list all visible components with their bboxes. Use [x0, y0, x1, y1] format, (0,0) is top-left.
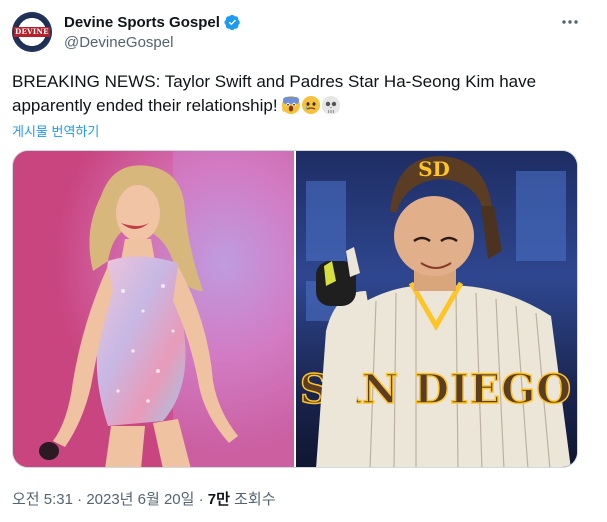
avatar-logo-text: DEVINE: [14, 27, 50, 37]
author-name-row: Devine Sports Gospel: [64, 13, 241, 31]
views-count: 7만: [207, 491, 230, 508]
author-handle[interactable]: @DevineGospel: [64, 34, 173, 51]
cap-logo: SD: [418, 157, 450, 181]
views-label: 조회수: [234, 491, 276, 508]
meta-separator: ·: [198, 491, 204, 508]
performer-photo: [13, 151, 294, 467]
media-image-2[interactable]: SAN DIEGO SD: [296, 151, 577, 467]
author-display-name[interactable]: Devine Sports Gospel: [64, 14, 220, 31]
more-options-button[interactable]: [556, 12, 584, 32]
face-screaming-in-fear-icon: [282, 96, 301, 114]
translate-post-link[interactable]: 게시물 번역하기: [12, 121, 99, 140]
tweet-timestamp: 오전 5:31 · 2023년 6월 20일 · 7만 조회수: [12, 488, 276, 509]
meta-separator: ·: [77, 491, 83, 508]
media-grid: SAN DIEGO SD: [12, 150, 578, 468]
player-photo: SAN DIEGO SD: [296, 151, 577, 467]
post-date[interactable]: 2023년 6월 20일: [86, 491, 194, 508]
tweet-text: BREAKING NEWS: Taylor Swift and Padres S…: [12, 70, 592, 118]
media-image-1[interactable]: [13, 151, 294, 467]
avatar[interactable]: DEVINE: [12, 12, 52, 52]
post-time[interactable]: 오전 5:31: [12, 491, 73, 508]
face-holding-back-tears-icon: [302, 96, 321, 114]
skull-icon: [322, 96, 341, 114]
tweet: DEVINE Devine Sports Gospel @DevineGospe…: [0, 0, 607, 522]
more-dots-icon: [562, 20, 578, 24]
tweet-body: BREAKING NEWS: Taylor Swift and Padres S…: [12, 72, 537, 115]
verified-badge-icon[interactable]: [224, 14, 241, 31]
